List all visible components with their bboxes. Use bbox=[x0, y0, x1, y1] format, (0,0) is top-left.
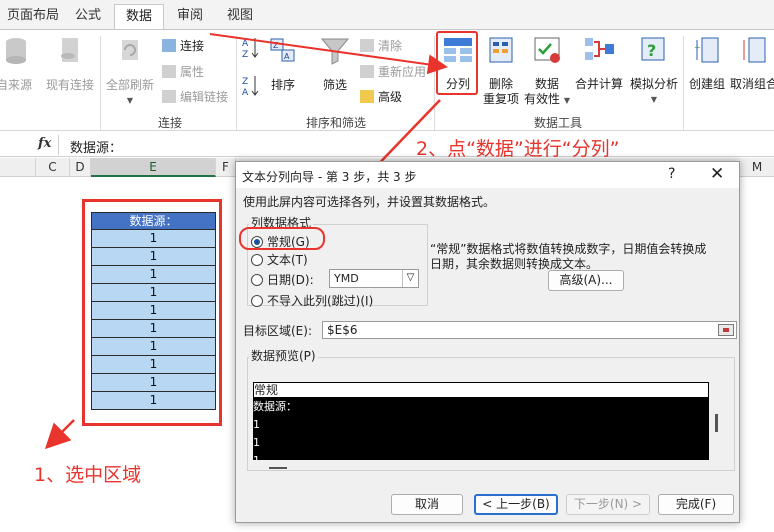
preview-column-header[interactable]: 常规 bbox=[253, 382, 709, 398]
finish-button[interactable]: 完成(F) bbox=[658, 494, 734, 515]
radio-skip[interactable]: 不导入此列(跳过)(I) bbox=[251, 292, 373, 309]
date-format-value: YMD bbox=[334, 272, 359, 285]
preview-row: 数据源： bbox=[253, 400, 297, 413]
preview-horizontal-scrollbar[interactable] bbox=[269, 467, 287, 469]
help-icon[interactable]: ? bbox=[668, 166, 675, 182]
radio-date[interactable]: 日期(D): bbox=[251, 271, 314, 288]
dialog-titlebar: 文本分列向导 - 第 3 步，共 3 步 ? ✕ bbox=[236, 162, 739, 188]
preview-row: 1 bbox=[253, 452, 709, 460]
preview-label: 数据预览(P) bbox=[249, 347, 318, 364]
annotation-step-2: 2、点“数据”进行“分列” bbox=[416, 138, 620, 160]
chevron-down-icon[interactable]: ▽ bbox=[402, 270, 418, 287]
preview-vertical-scrollbar[interactable] bbox=[715, 414, 718, 432]
highlight-circle-general bbox=[239, 227, 325, 250]
back-button[interactable]: < 上一步(B) bbox=[474, 494, 558, 515]
preview-row: 1 bbox=[253, 418, 260, 431]
destination-value: $E$6 bbox=[327, 323, 358, 337]
radio-text[interactable]: 文本(T) bbox=[251, 251, 308, 268]
radio-text-label: 文本(T) bbox=[267, 253, 308, 267]
cancel-button[interactable]: 取消 bbox=[391, 494, 463, 515]
destination-input[interactable]: $E$6 bbox=[322, 321, 737, 339]
advanced-button[interactable]: 高级(A)... bbox=[548, 270, 624, 291]
radio-icon bbox=[251, 295, 263, 307]
date-format-select[interactable]: YMD ▽ bbox=[329, 269, 419, 288]
dialog-instruction: 使用此屏内容可选择各列，并设置其数据格式。 bbox=[243, 195, 496, 209]
preview-row: 1 bbox=[253, 436, 260, 449]
radio-icon bbox=[251, 254, 263, 266]
text-to-columns-dialog: 文本分列向导 - 第 3 步，共 3 步 ? ✕ 使用此屏内容可选择各列，并设置… bbox=[235, 161, 740, 523]
radio-skip-label: 不导入此列(跳过)(I) bbox=[267, 294, 374, 308]
next-button[interactable]: 下一步(N) > bbox=[566, 494, 650, 515]
preview-data: 数据源： 1 1 1 bbox=[253, 398, 709, 460]
dialog-title: 文本分列向导 - 第 3 步，共 3 步 bbox=[242, 170, 417, 184]
radio-icon bbox=[251, 274, 263, 286]
annotation-step-1: 1、选中区域 bbox=[34, 464, 142, 486]
destination-label: 目标区域(E): bbox=[243, 324, 312, 338]
range-picker-icon[interactable] bbox=[718, 324, 734, 336]
excel-window: 页面布局 公式 数据 审阅 视图 自来源 现有连接 全部刷新 ▼ 连接 属性 编… bbox=[0, 0, 774, 532]
close-icon[interactable]: ✕ bbox=[710, 164, 724, 184]
highlight-text-to-columns bbox=[436, 31, 478, 95]
radio-date-label: 日期(D): bbox=[267, 273, 314, 287]
